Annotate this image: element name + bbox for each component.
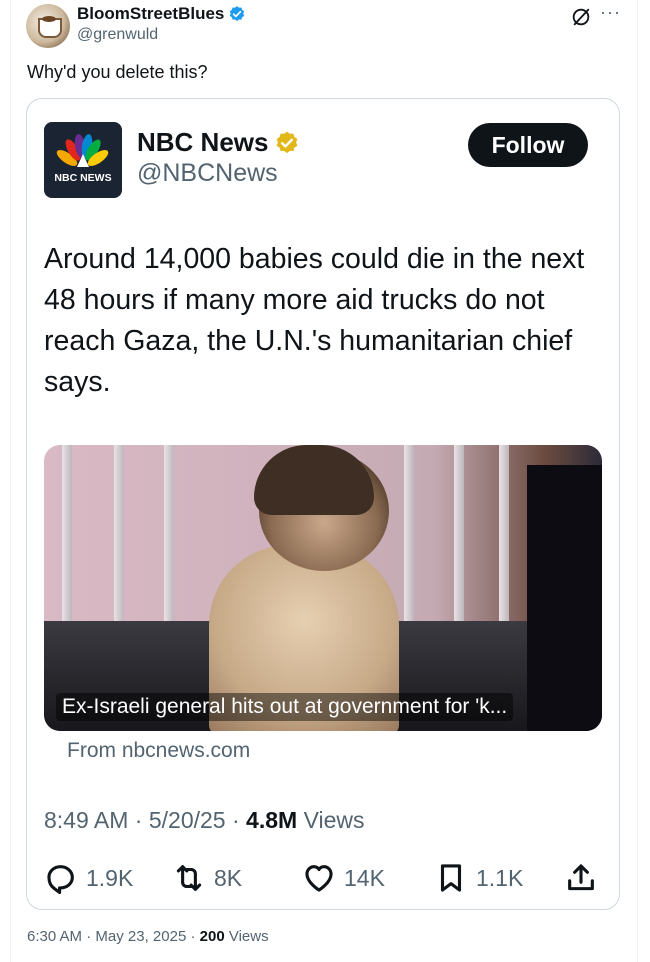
like-count: 14K [344, 864, 385, 891]
post-time[interactable]: 6:30 AM [27, 928, 82, 945]
separator: · [225, 807, 247, 833]
dark-fabric [527, 465, 602, 731]
quoted-author-handle[interactable]: @NBCNews [137, 159, 278, 188]
quoted-post-card[interactable]: NBC NEWS NBC News @NBCNews Follow Around… [26, 98, 620, 910]
author-name-row[interactable]: BloomStreetBlues [77, 4, 246, 24]
quoted-views-count: 4.8M [246, 807, 298, 833]
action-bar: 1.9K 8K 14K 1.1K [44, 861, 604, 901]
bookmark-button[interactable]: 1.1K [434, 861, 523, 895]
avatar[interactable] [26, 4, 70, 48]
nbc-logo[interactable]: NBC NEWS [44, 122, 122, 198]
link-source[interactable]: From nbcnews.com [67, 739, 250, 763]
quoted-author-name[interactable]: NBC News [137, 127, 268, 158]
separator: · [186, 928, 200, 945]
share-icon [568, 864, 594, 891]
author-name[interactable]: BloomStreetBlues [77, 4, 224, 24]
verified-badge-icon [230, 6, 245, 21]
quoted-date[interactable]: 5/20/25 [149, 807, 226, 833]
link-preview-image[interactable]: Ex-Israeli general hits out at governmen… [44, 445, 602, 731]
quoted-post-meta: 8:49 AM · 5/20/25 · 4.8M Views [44, 807, 365, 834]
share-button[interactable] [564, 861, 598, 895]
like-button[interactable]: 14K [302, 861, 385, 895]
post-text: Why'd you delete this? [27, 62, 208, 82]
bookmark-icon [440, 864, 462, 892]
heart-icon [305, 865, 333, 892]
post-views-count: 200 [199, 928, 225, 945]
repost-icon [176, 865, 202, 891]
quoted-post-text: Around 14,000 babies could die in the ne… [44, 243, 585, 398]
reply-icon [47, 865, 74, 895]
child-hair [254, 445, 374, 515]
quoted-author-name-row[interactable]: NBC News [137, 127, 300, 158]
separator: · [128, 807, 149, 833]
reply-button[interactable]: 1.9K [44, 861, 133, 895]
logo-text: NBC NEWS [54, 172, 112, 184]
bookmark-count: 1.1K [476, 864, 524, 891]
follow-button[interactable]: Follow [468, 123, 588, 167]
coffee-icon [42, 16, 56, 22]
reply-count: 1.9K [86, 864, 134, 891]
quoted-views-label: Views [297, 807, 365, 833]
quoted-time[interactable]: 8:49 AM [44, 807, 128, 833]
separator: · [82, 928, 96, 945]
post-views-label: Views [224, 928, 269, 945]
post-date[interactable]: May 23, 2025 [95, 928, 186, 945]
post-meta: 6:30 AM · May 23, 2025 · 200 Views [27, 928, 269, 945]
link-caption[interactable]: Ex-Israeli general hits out at governmen… [56, 693, 514, 721]
repost-button[interactable]: 8K [172, 861, 242, 895]
repost-count: 8K [214, 864, 243, 891]
verified-gold-badge-icon [277, 131, 298, 153]
grok-icon[interactable] [570, 6, 592, 28]
author-handle[interactable]: @grenwuld [77, 26, 158, 44]
peacock-icon [56, 134, 109, 167]
more-icon[interactable]: ··· [600, 2, 621, 23]
